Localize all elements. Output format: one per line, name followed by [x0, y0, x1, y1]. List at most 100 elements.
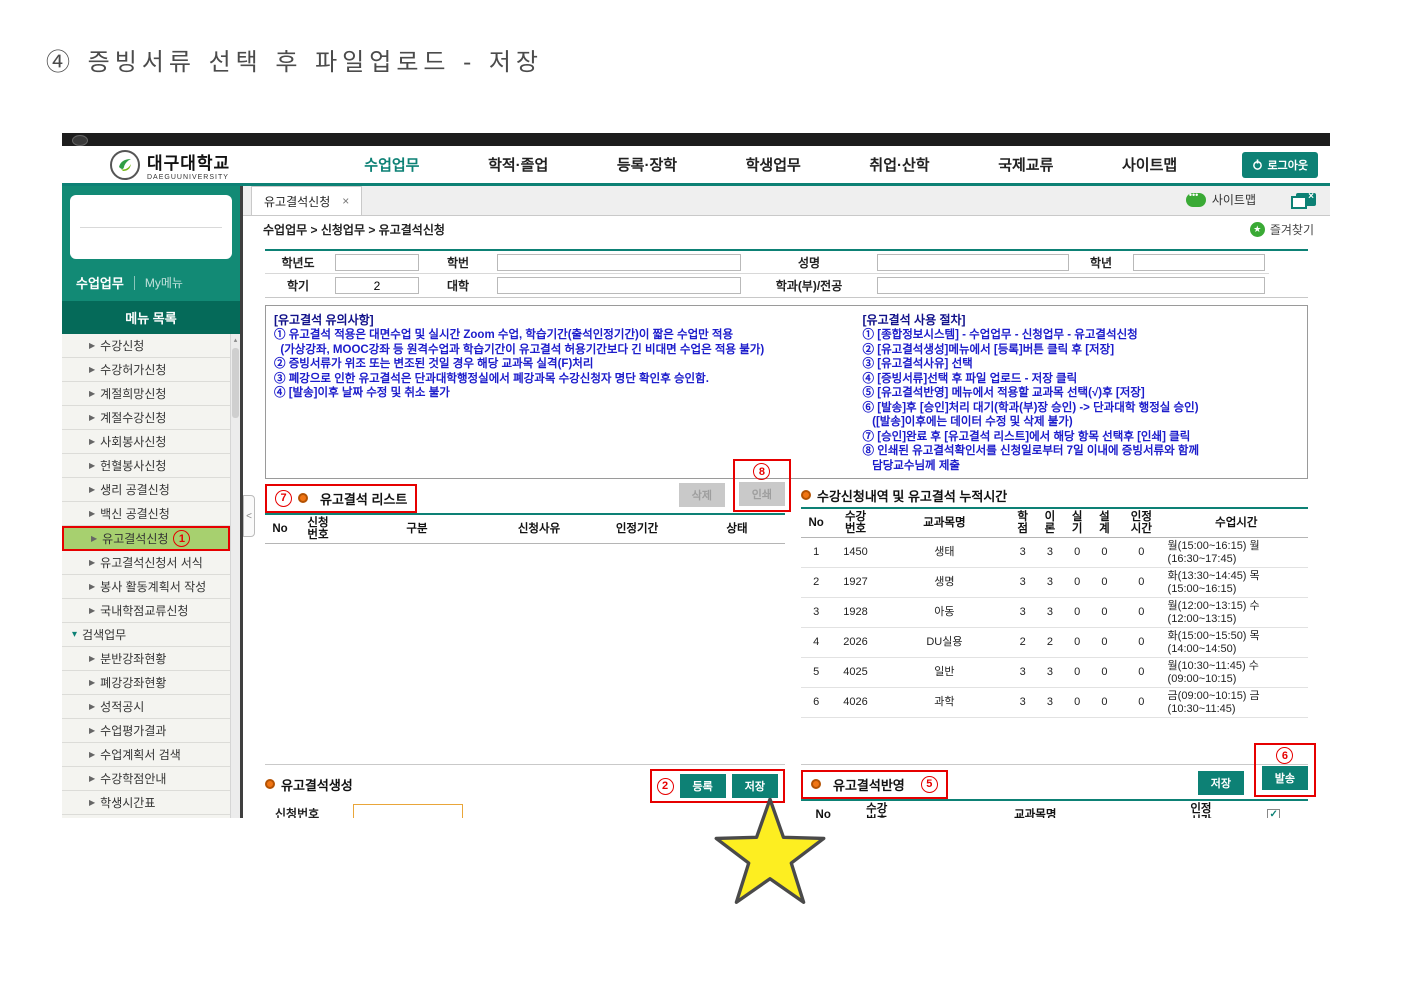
sidebar-item-계절희망신청[interactable]: ▶계절희망신청	[62, 382, 230, 406]
nav-item-등록·장학[interactable]: 등록·장학	[617, 154, 677, 175]
notice-line: ④ [증빙서류]선택 후 파일 업로드 - 저장 클릭	[863, 372, 1299, 387]
sidebar-item-label: 수강허가신청	[100, 361, 166, 378]
column-header: 수강 번호	[845, 800, 908, 818]
notice-left-title: [유고결석 유의사항]	[274, 311, 853, 328]
checkbox-checked-icon[interactable]: ✓	[1267, 809, 1280, 818]
university-logo[interactable]: 대구대학교 DAEGUUNIVERSITY	[110, 149, 300, 181]
scroll-up-icon[interactable]: ▴	[231, 334, 240, 344]
apply-no-input[interactable]	[353, 804, 463, 818]
sitemap-link[interactable]: 사이트맵	[1186, 191, 1256, 208]
content: 학년도학번성명학년학기대학학과(부)/전공 [유고결석 유의사항] ① 유고결석…	[243, 243, 1330, 818]
sidebar-item-label: 수강학점안내	[100, 770, 166, 787]
sidebar-scrollbar[interactable]: ▴	[230, 334, 240, 818]
sidebar-tabs: 수업업무 My메뉴	[62, 265, 240, 301]
arrow-right-icon: ▶	[89, 365, 95, 374]
sidebar-item-label: 수강신청	[100, 337, 144, 354]
field-input-학년도[interactable]	[335, 254, 419, 271]
sidebar-item-국내학점교류신청[interactable]: ▶국내학점교류신청	[62, 599, 230, 623]
logout-button[interactable]: 로그아웃	[1242, 152, 1318, 178]
send-button[interactable]: 발송	[1262, 766, 1308, 790]
print-button[interactable]: 인쇄	[739, 482, 785, 506]
sidebar-item-수강허가신청[interactable]: ▶ 수강허가신청	[62, 358, 230, 382]
field-input-학번[interactable]	[497, 254, 741, 271]
table-row: 21927생명33000화(13:30~14:45) 목(15:00~16:15…	[801, 568, 1308, 598]
sidebar-tab-work[interactable]: 수업업무	[76, 273, 124, 292]
cell: 0	[1118, 538, 1164, 568]
sidebar-item-label: 폐강강좌현황	[100, 674, 166, 691]
cell: 4	[801, 628, 831, 658]
sidebar-item-학생시간표[interactable]: ▶학생시간표	[62, 791, 230, 815]
field-input-학과(부)/전공[interactable]	[877, 277, 1265, 294]
apply-save-button[interactable]: 저장	[1198, 771, 1244, 795]
field-input-학년[interactable]	[1133, 254, 1265, 271]
cell: 0	[1064, 568, 1091, 598]
sidebar-item-계절수강신청[interactable]: ▶계절수강신청	[62, 406, 230, 430]
tab-close-icon[interactable]: ×	[342, 194, 349, 208]
arrow-right-icon: ▶	[89, 389, 95, 398]
cell: 2	[1036, 628, 1063, 658]
sidebar-item-label: 분반강좌현황	[100, 650, 166, 667]
sidebar-tab-mymenu[interactable]: My메뉴	[145, 274, 183, 291]
nav-item-수업업무[interactable]: 수업업무	[364, 154, 419, 175]
sidebar-item-수강학점안내[interactable]: ▶수강학점안내	[62, 767, 230, 791]
create-section-header: 유고결석생성 2 등록 저장	[265, 769, 785, 799]
cell: 5	[801, 658, 831, 688]
sidebar-item-유고결석신청서 서식[interactable]: ▶유고결석신청서 서식	[62, 551, 230, 575]
sidebar-item-유고결석신청[interactable]: ▶유고결석신청1	[62, 526, 230, 551]
sidebar-item-수업평가결과[interactable]: ▶수업평가결과	[62, 719, 230, 743]
window-close-icon[interactable]	[1296, 193, 1316, 206]
scrollbar-thumb[interactable]	[232, 348, 239, 418]
sidebar-item-생리 공결신청[interactable]: ▶생리 공결신청	[62, 478, 230, 502]
cell: 화(15:00~15:50) 목(14:00~14:50)	[1165, 628, 1308, 658]
sidebar-item-label: 검색업무	[82, 626, 126, 643]
sidebar-collapse-handle[interactable]: <	[243, 495, 255, 537]
sidebar-item-사회봉사신청[interactable]: ▶사회봉사신청	[62, 430, 230, 454]
cell: DU실용	[880, 628, 1009, 658]
register-button[interactable]: 등록	[680, 774, 726, 798]
save-button[interactable]: 저장	[732, 774, 778, 798]
cell: 금(09:00~10:15) 금(10:30~11:45)	[1165, 688, 1308, 718]
sidebar-item-수강신청[interactable]: ▶ 수강신청	[62, 334, 230, 358]
breadcrumb: 수업업무 > 신청업무 > 유고결석신청	[263, 221, 445, 238]
favorite-link[interactable]: ★ 즐겨찾기	[1250, 221, 1314, 238]
nav-item-국제교류[interactable]: 국제교류	[998, 154, 1053, 175]
cell: 0	[1118, 628, 1164, 658]
sidebar-item-성적공시[interactable]: ▶성적공시	[62, 695, 230, 719]
nav-item-학생업무[interactable]: 학생업무	[746, 154, 801, 175]
logout-label: 로그아웃	[1268, 157, 1308, 173]
sidebar-item-폐강강좌현황[interactable]: ▶폐강강좌현황	[62, 671, 230, 695]
sidebar-item-수강신청조회[interactable]: ▶수강신청조회	[62, 815, 230, 818]
sidebar-item-분반강좌현황[interactable]: ▶분반강좌현황	[62, 647, 230, 671]
field-input-학기[interactable]	[335, 277, 419, 294]
notice-line: ④ [발송]이후 날짜 수정 및 취소 불가	[274, 386, 853, 401]
delete-button[interactable]: 삭제	[679, 483, 725, 507]
field-input-성명[interactable]	[877, 254, 1069, 271]
sitemap-label: 사이트맵	[1212, 191, 1256, 208]
absence-list-empty-area	[265, 544, 785, 750]
tab-absence-apply[interactable]: 유고결석신청 ×	[251, 186, 362, 215]
nav-item-사이트맵[interactable]: 사이트맵	[1122, 154, 1177, 175]
nav-item-학적·졸업[interactable]: 학적·졸업	[488, 154, 548, 175]
notice-line: ② [유고결석생성]메뉴에서 [등록]버튼 클릭 후 [저장]	[863, 343, 1299, 358]
arrow-right-icon: ▶	[89, 702, 95, 711]
nav-item-취업·산학[interactable]: 취업·산학	[869, 154, 929, 175]
field-input-대학[interactable]	[497, 277, 741, 294]
annotation-2: 2	[657, 778, 674, 795]
sidebar-item-백신 공결신청[interactable]: ▶백신 공결신청	[62, 502, 230, 526]
cell: 0	[1118, 658, 1164, 688]
notice-line: ⑥ [발송]후 [승인]처리 대기(학과(부)장 승인) -> 단과대학 행정실…	[863, 401, 1299, 416]
sidebar-item-헌혈봉사신청[interactable]: ▶헌혈봉사신청	[62, 454, 230, 478]
sidebar-item-봉사 활동계획서 작성[interactable]: ▶봉사 활동계획서 작성	[62, 575, 230, 599]
arrow-right-icon: ▶	[89, 341, 95, 350]
cell: 3	[1009, 688, 1036, 718]
sidebar-item-수업계획서 검색[interactable]: ▶수업계획서 검색	[62, 743, 230, 767]
document-tab-strip: 유고결석신청 × 사이트맵	[243, 186, 1330, 216]
cell: 1927	[831, 568, 879, 598]
column-header: 수업시간	[1165, 508, 1308, 538]
create-form: 신청번호 3 유고결석사유 선택 ▾	[265, 801, 785, 818]
sidebar: 수업업무 My메뉴 메뉴 목록 ▶수강신청▶수강허가신청▶계절희망신청▶계절수강…	[62, 186, 240, 818]
field-label-학년도: 학년도	[265, 251, 331, 274]
apply-section-header: 유고결석반영 5 저장 6 발송	[801, 769, 1308, 799]
table-row: 42026DU실용22000화(15:00~15:50) 목(14:00~14:…	[801, 628, 1308, 658]
sidebar-item-검색업무[interactable]: ▾검색업무	[62, 623, 230, 647]
